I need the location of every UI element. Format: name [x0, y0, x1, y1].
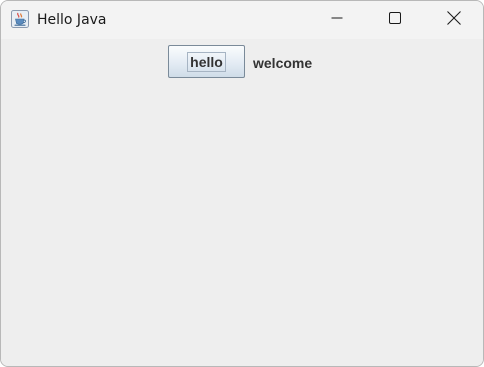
app-window: Hello Java hello welcome: [0, 0, 484, 367]
java-cup-icon[interactable]: [11, 10, 29, 28]
close-button[interactable]: [431, 1, 477, 39]
maximize-button[interactable]: [372, 1, 418, 39]
minimize-button[interactable]: [314, 1, 360, 39]
title-bar[interactable]: Hello Java: [1, 1, 483, 39]
minimize-icon: [331, 11, 343, 29]
hello-button-label: hello: [187, 51, 226, 72]
hello-button[interactable]: hello: [168, 45, 245, 78]
maximize-icon: [389, 11, 401, 29]
welcome-label: welcome: [253, 55, 313, 71]
close-icon: [447, 10, 461, 30]
window-title: Hello Java: [37, 12, 107, 28]
content-pane: hello welcome: [1, 39, 483, 366]
